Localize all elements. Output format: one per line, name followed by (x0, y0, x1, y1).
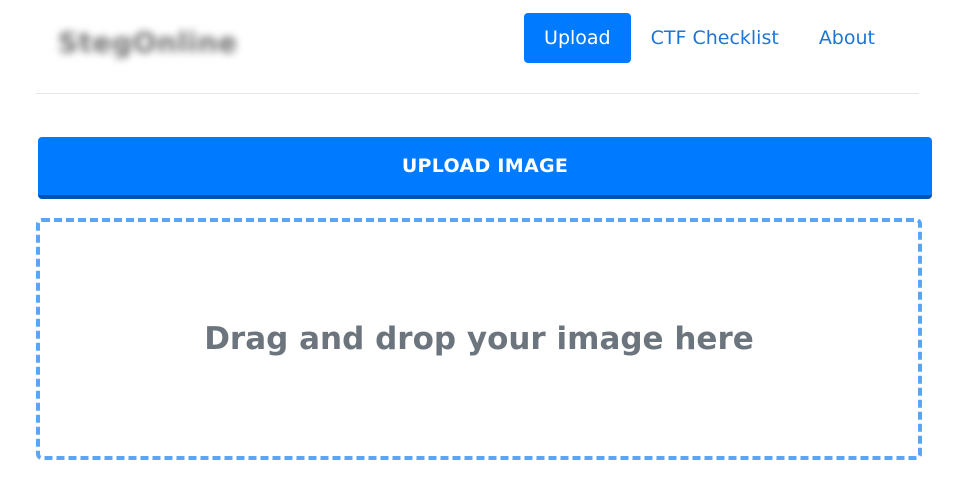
nav-ctf-checklist[interactable]: CTF Checklist (631, 13, 799, 63)
nav-upload[interactable]: Upload (524, 13, 631, 63)
brand-logo[interactable]: StegOnline (58, 26, 237, 59)
dropzone-label: Drag and drop your image here (204, 321, 754, 357)
navbar: StegOnline Upload CTF Checklist About (36, 0, 919, 94)
nav-about[interactable]: About (799, 13, 895, 63)
page: StegOnline Upload CTF Checklist About UP… (0, 0, 958, 481)
upload-image-button[interactable]: UPLOAD IMAGE (38, 137, 932, 199)
image-dropzone[interactable]: Drag and drop your image here (36, 218, 922, 460)
nav-menu: Upload CTF Checklist About (524, 13, 895, 63)
